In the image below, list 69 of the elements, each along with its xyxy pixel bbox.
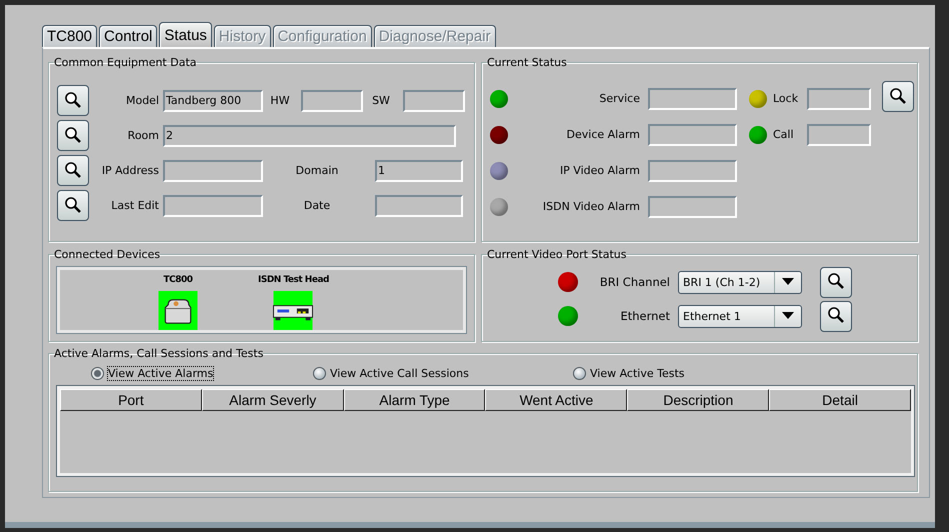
tab[interactable]: TC800 (42, 25, 98, 47)
search-button[interactable] (820, 300, 852, 332)
text-field[interactable] (403, 90, 465, 112)
rack-device-icon[interactable] (273, 291, 314, 330)
device-name: TC800 (163, 275, 193, 285)
radio-label: View Active Tests (590, 366, 685, 380)
column-header[interactable]: Went Active (485, 389, 628, 411)
status-label: Device Alarm (566, 128, 641, 141)
device-name: ISDN Test Head (258, 275, 329, 285)
field-label: Room (126, 129, 160, 142)
group-title: Connected Devices (54, 248, 160, 261)
group-title: Common Equipment Data (54, 56, 197, 69)
status-field (807, 124, 871, 146)
column-header[interactable]: Port (60, 389, 202, 411)
status-label: Service (598, 92, 641, 105)
tab[interactable]: Status (159, 22, 212, 47)
text-field[interactable] (375, 194, 463, 216)
radio-option[interactable]: View Active Alarms (91, 366, 313, 380)
tab[interactable]: Control (99, 25, 158, 47)
column-header[interactable]: Alarm Type (344, 389, 486, 411)
text-field[interactable] (301, 90, 363, 112)
port-label: Ethernet (619, 309, 671, 323)
dropdown[interactable]: BRI 1 (Ch 1-2) (678, 270, 802, 294)
caret-icon (782, 278, 794, 286)
status-label: ISDN Video Alarm (542, 200, 641, 213)
field-label: Last Edit (110, 199, 160, 212)
column-header[interactable]: Detail (769, 389, 911, 411)
port-label: BRI Channel (598, 275, 671, 289)
caret-icon (782, 312, 794, 320)
dropdown[interactable]: Ethernet 1 (678, 304, 802, 328)
radio-label: View Active Call Sessions (330, 366, 469, 380)
status-label: Lock (772, 92, 800, 105)
group-title: Current Status (487, 56, 567, 69)
search-button[interactable] (820, 266, 852, 298)
field-label: Domain (294, 164, 340, 177)
field-label: Model (124, 94, 160, 107)
search-button[interactable] (57, 190, 89, 221)
search-button[interactable] (57, 155, 89, 186)
search-button[interactable] (882, 81, 914, 112)
text-field[interactable]: Tandberg 800 (163, 90, 263, 112)
radio-label: View Active Alarms (108, 366, 214, 380)
radio-button[interactable] (313, 366, 326, 380)
field-label: IP Address (100, 164, 160, 177)
field-label: SW (371, 94, 391, 107)
radio-button[interactable] (91, 366, 104, 380)
column-header[interactable]: Alarm Severly (202, 389, 344, 411)
group-title: Active Alarms, Call Sessions and Tests (54, 347, 264, 360)
field-label: HW (269, 94, 291, 107)
search-button[interactable] (57, 120, 89, 151)
text-field[interactable] (163, 194, 263, 216)
field-label: Date (302, 199, 332, 212)
status-label: IP Video Alarm (558, 164, 641, 177)
text-field[interactable]: 2 (163, 124, 456, 146)
camera-unit-icon[interactable] (158, 291, 198, 330)
search-button[interactable] (57, 85, 89, 116)
radio-option[interactable]: View Active Tests (573, 366, 685, 380)
column-header[interactable]: Description (627, 389, 770, 411)
search-icon (63, 160, 83, 180)
search-icon (63, 90, 83, 110)
radio-button[interactable] (573, 366, 586, 380)
search-icon (888, 86, 908, 106)
text-field[interactable] (163, 160, 263, 182)
radio-option[interactable]: View Active Call Sessions (313, 366, 573, 380)
group-title: Current Video Port Status (487, 248, 626, 261)
status-field (807, 88, 871, 110)
search-icon (63, 126, 83, 146)
status-label: Call (772, 128, 795, 141)
text-field[interactable]: 1 (375, 160, 463, 182)
search-icon (63, 196, 83, 216)
